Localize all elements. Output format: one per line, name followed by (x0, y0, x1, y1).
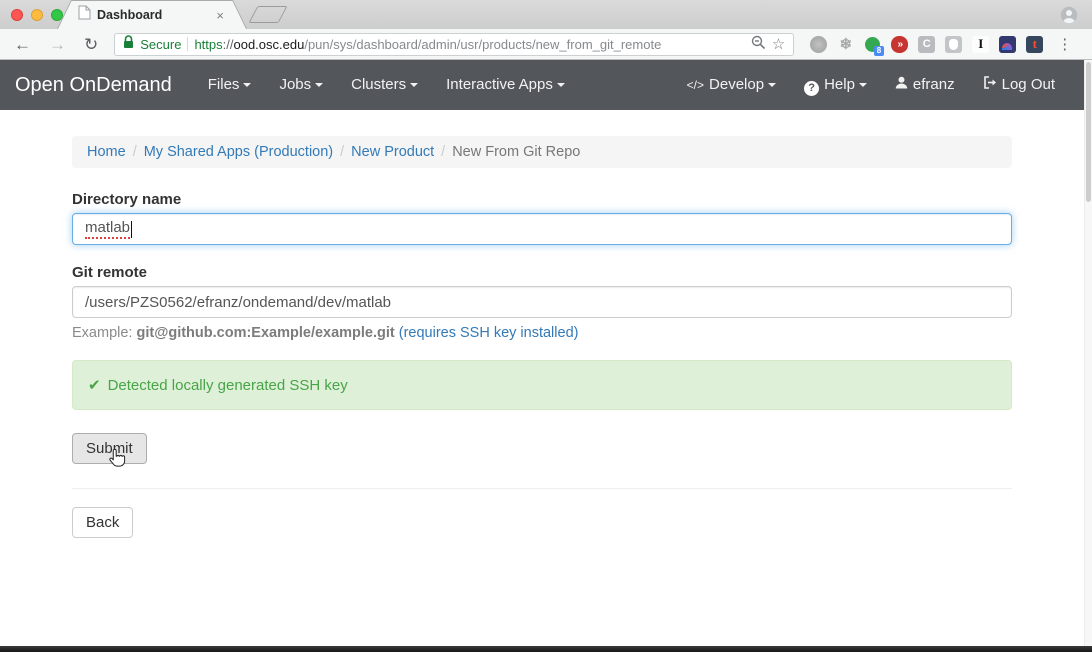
back-button[interactable]: ← (8, 36, 37, 53)
secure-label: Secure (140, 37, 181, 52)
breadcrumb-home-link[interactable]: Home (87, 144, 126, 160)
breadcrumb-separator: / (126, 144, 144, 160)
reload-button[interactable]: ↻ (78, 36, 104, 53)
globe-extension-icon[interactable] (810, 36, 827, 53)
extension-badge: 8 (874, 46, 884, 56)
breadcrumb: Home/My Shared Apps (Production)/New Pro… (72, 136, 1012, 168)
nav-interactive-apps-dropdown[interactable]: Interactive Apps (432, 60, 579, 110)
code-icon: </> (687, 78, 704, 92)
green-badge-extension-icon[interactable]: 8 (864, 36, 881, 53)
screen-bottom-edge (0, 646, 1092, 652)
shield-extension-icon[interactable] (945, 36, 962, 53)
nav-user[interactable]: efranz (881, 60, 969, 110)
example-git-url: git@github.com:Example/example.git (136, 325, 394, 341)
page-scrollbar[interactable] (1084, 60, 1092, 652)
git-remote-value: /users/PZS0562/efranz/ondemand/dev/matla… (85, 294, 391, 311)
git-remote-label: Git remote (72, 264, 1012, 281)
forward-button[interactable]: → (43, 36, 72, 53)
breadcrumb-shared-apps-link[interactable]: My Shared Apps (Production) (144, 144, 333, 160)
directory-name-label: Directory name (72, 191, 1012, 208)
url-separator: :// (223, 37, 234, 52)
tab-strip: Dashboard × (0, 0, 1092, 29)
chevron-down-icon (859, 83, 867, 87)
scrollbar-thumb[interactable] (1086, 62, 1091, 202)
bookmark-star-icon[interactable]: ☆ (772, 37, 785, 52)
t-extension-icon[interactable]: t (1026, 36, 1043, 53)
browser-window: Dashboard × ← → ↻ Secure https://ood.osc… (0, 0, 1092, 652)
chrome-menu-icon[interactable]: ⋮ (1057, 35, 1072, 53)
text-caret (131, 221, 132, 238)
i-extension-icon[interactable]: I (972, 36, 989, 53)
breadcrumb-separator: / (333, 144, 351, 160)
back-page-button[interactable]: Back (72, 507, 133, 538)
divider (72, 488, 1012, 489)
ssh-key-help-link[interactable]: (requires SSH key installed) (399, 325, 579, 341)
zoom-out-icon[interactable] (751, 35, 766, 53)
minimize-window-button[interactable] (31, 9, 43, 21)
chevron-down-icon (768, 83, 776, 87)
url-path: /pun/sys/dashboard/admin/usr/products/ne… (304, 37, 661, 52)
browser-toolbar: ← → ↻ Secure https://ood.osc.edu/pun/sys… (0, 29, 1092, 60)
breadcrumb-new-product-link[interactable]: New Product (351, 144, 434, 160)
question-circle-icon: ? (804, 81, 819, 96)
gauge-extension-icon[interactable] (999, 36, 1016, 53)
chevron-down-icon (243, 83, 251, 87)
git-remote-input[interactable]: /users/PZS0562/efranz/ondemand/dev/matla… (72, 286, 1012, 318)
breadcrumb-separator: / (434, 144, 452, 160)
main-content: Home/My Shared Apps (Production)/New Pro… (72, 110, 1012, 598)
chevron-down-icon (410, 83, 418, 87)
address-bar[interactable]: Secure https://ood.osc.edu/pun/sys/dashb… (114, 33, 794, 56)
chevron-down-icon (315, 83, 323, 87)
url-host: ood.osc.edu (233, 37, 304, 52)
browser-tab[interactable]: Dashboard × (57, 0, 247, 29)
snowflake-extension-icon[interactable]: ❄ (837, 36, 854, 53)
tab-favicon-document-icon (78, 5, 91, 25)
browser-profile-avatar-icon[interactable] (1060, 6, 1078, 29)
divider (187, 37, 188, 51)
url-scheme: https (194, 37, 222, 52)
check-icon: ✔ (88, 377, 101, 394)
web-page: Open OnDemand Files Jobs Clusters Intera… (0, 60, 1084, 598)
nav-develop-dropdown[interactable]: </>Develop (673, 60, 790, 110)
tab-close-icon[interactable]: × (216, 9, 224, 22)
alert-text: Detected locally generated SSH key (108, 377, 348, 394)
user-icon (895, 76, 908, 93)
url-text[interactable]: https://ood.osc.edu/pun/sys/dashboard/ad… (194, 37, 661, 52)
nav-files-dropdown[interactable]: Files (194, 60, 266, 110)
chevron-down-icon (557, 83, 565, 87)
submit-button[interactable]: Submit (72, 433, 147, 464)
site-navbar: Open OnDemand Files Jobs Clusters Intera… (0, 60, 1084, 110)
window-controls (11, 9, 63, 21)
nav-clusters-dropdown[interactable]: Clusters (337, 60, 432, 110)
nav-help-dropdown[interactable]: ?Help (790, 60, 881, 110)
new-tab-button[interactable] (248, 6, 287, 23)
tab-title: Dashboard (97, 8, 210, 22)
brand-title[interactable]: Open OnDemand (15, 74, 172, 97)
ssh-key-success-alert: ✔ Detected locally generated SSH key (72, 360, 1012, 410)
logout-icon (983, 76, 997, 93)
close-window-button[interactable] (11, 9, 23, 21)
nav-jobs-dropdown[interactable]: Jobs (265, 60, 337, 110)
directory-name-value: matlab (85, 219, 130, 239)
directory-name-input[interactable]: matlab (72, 213, 1012, 245)
nav-logout[interactable]: Log Out (969, 60, 1069, 110)
breadcrumb-current: New From Git Repo (452, 144, 580, 160)
git-remote-group: Git remote /users/PZS0562/efranz/ondeman… (72, 264, 1012, 341)
maximize-window-button[interactable] (51, 9, 63, 21)
c-extension-icon[interactable]: C (918, 36, 935, 53)
fast-forward-extension-icon[interactable]: » (891, 36, 908, 53)
directory-name-group: Directory name matlab (72, 191, 1012, 245)
git-remote-help: Example: git@github.com:Example/example.… (72, 325, 1012, 341)
extensions-row: ❄ 8 » C I t (810, 36, 1043, 53)
padlock-icon[interactable] (123, 35, 134, 54)
